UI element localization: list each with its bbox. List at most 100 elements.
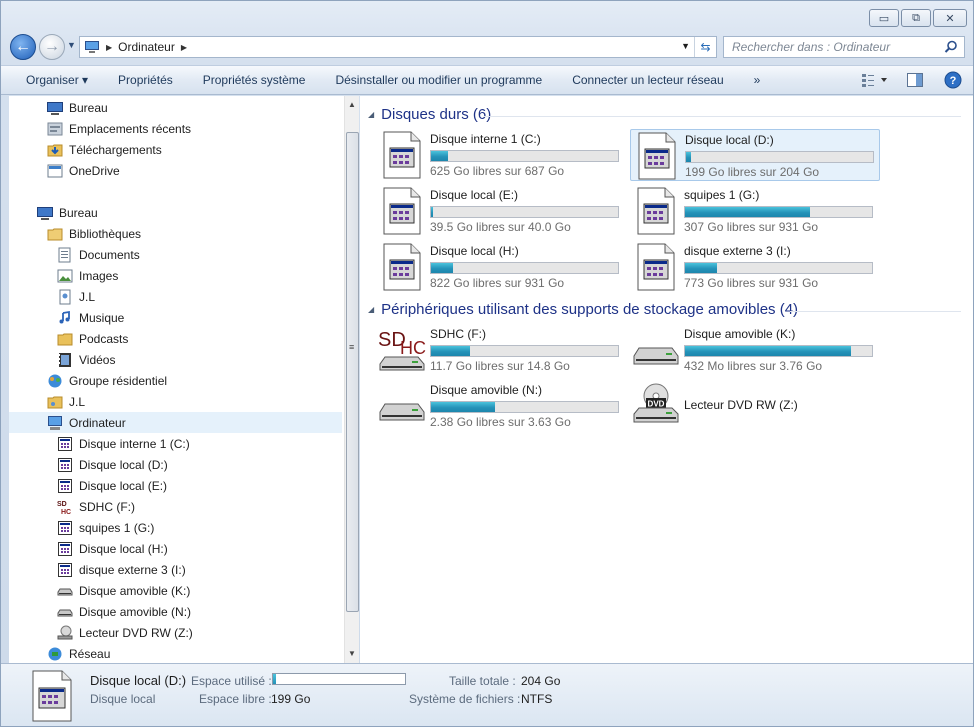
svg-text:DVD: DVD bbox=[648, 400, 665, 409]
nav-item[interactable]: J.L bbox=[57, 286, 95, 307]
nav-item-label: Ordinateur bbox=[69, 415, 126, 430]
group-title: Périphériques utilisant des supports de … bbox=[381, 301, 799, 318]
drive-tile[interactable]: Disque local (D:) 199 Go libres sur 204 G… bbox=[630, 129, 880, 181]
nav-item[interactable]: Bureau bbox=[47, 97, 108, 118]
recent-pages-dropdown[interactable]: ▼ bbox=[67, 40, 76, 50]
drive-usage-bar bbox=[430, 345, 619, 357]
drive-tile[interactable]: Disque local (E:) 39.5 Go libres sur 40.0… bbox=[376, 185, 626, 237]
forward-button[interactable]: → bbox=[39, 34, 65, 60]
drive-tile[interactable]: Disque local (H:) 822 Go libres sur 931 G… bbox=[376, 241, 626, 293]
maximize-button[interactable]: ⧉ bbox=[901, 9, 931, 27]
nav-item[interactable]: Disque local (E:) bbox=[57, 475, 167, 496]
drive-icon bbox=[57, 478, 73, 494]
removable-drive-icon bbox=[378, 382, 428, 430]
back-button[interactable]: ← bbox=[10, 34, 36, 60]
onedrive-icon bbox=[47, 163, 63, 179]
group-divider bbox=[484, 116, 961, 117]
hard-drive-icon bbox=[382, 187, 422, 235]
nav-item[interactable]: Réseau bbox=[47, 643, 110, 663]
nav-item-label: Podcasts bbox=[79, 331, 129, 346]
refresh-icon: ⇆ bbox=[700, 40, 711, 54]
nav-item[interactable]: Disque amovible (K:) bbox=[57, 580, 190, 601]
search-input[interactable]: Rechercher dans : Ordinateur bbox=[723, 36, 965, 58]
sdhc-icon: SD HC bbox=[57, 499, 73, 516]
nav-item[interactable]: Images bbox=[57, 265, 118, 286]
nav-item[interactable]: OneDrive bbox=[47, 160, 120, 181]
details-total-label: Taille totale : bbox=[449, 674, 516, 688]
search-icon[interactable] bbox=[944, 40, 958, 54]
drive-tile[interactable]: squipes 1 (G:) 307 Go libres sur 931 Go bbox=[630, 185, 880, 237]
minimize-button[interactable]: ▭ bbox=[869, 9, 899, 27]
scroll-down-icon[interactable]: ▼ bbox=[348, 649, 356, 658]
more-commands-chevron[interactable]: » bbox=[739, 73, 776, 87]
drive-tile[interactable]: DVD Lecteur DVD RW (Z:) bbox=[630, 380, 880, 432]
dvd-drive-icon: DVD bbox=[632, 382, 682, 430]
collapse-triangle-icon[interactable]: ◢ bbox=[368, 305, 374, 314]
drive-icon bbox=[57, 457, 73, 473]
drive-name: squipes 1 (G:) bbox=[684, 188, 760, 202]
nav-item[interactable]: Podcasts bbox=[57, 328, 128, 349]
libraries-icon bbox=[47, 226, 63, 242]
nav-item[interactable]: disque externe 3 (I:) bbox=[57, 559, 186, 580]
organize-menu[interactable]: Organiser ▾ bbox=[1, 73, 103, 87]
desktop-icon bbox=[37, 205, 53, 221]
nav-item-label: squipes 1 (G:) bbox=[79, 520, 155, 535]
refresh-button[interactable]: ⇆ bbox=[694, 37, 716, 57]
breadcrumb-ordinateur[interactable]: Ordinateur bbox=[118, 40, 175, 54]
address-bar[interactable]: ▶ Ordinateur ▶ ▼ ⇆ bbox=[79, 36, 717, 58]
grip-icon: ≡ bbox=[349, 342, 355, 352]
nav-item[interactable]: Disque local (H:) bbox=[57, 538, 168, 559]
nav-item[interactable]: Téléchargements bbox=[47, 139, 162, 160]
breadcrumb-separator-icon[interactable]: ▶ bbox=[106, 43, 112, 52]
navigation-scrollbar[interactable]: ▲ ≡ ▼ bbox=[344, 96, 359, 663]
preview-pane-button[interactable] bbox=[897, 73, 933, 87]
collapse-triangle-icon[interactable]: ◢ bbox=[368, 110, 374, 119]
help-button[interactable]: ? bbox=[933, 71, 973, 89]
nav-item[interactable]: Bibliothèques bbox=[47, 223, 141, 244]
nav-item[interactable]: Bureau bbox=[37, 202, 98, 223]
properties-button[interactable]: Propriétés bbox=[103, 73, 188, 87]
nav-item-label: Disque amovible (K:) bbox=[79, 583, 191, 598]
drive-tile[interactable]: Disque interne 1 (C:) 625 Go libres sur 6… bbox=[376, 129, 626, 181]
scrollbar-thumb[interactable] bbox=[346, 132, 359, 612]
forward-arrow-icon: → bbox=[44, 38, 60, 55]
change-view-button[interactable] bbox=[853, 73, 897, 87]
drive-tile[interactable]: disque externe 3 (I:) 773 Go libres sur 9… bbox=[630, 241, 880, 293]
scroll-up-icon[interactable]: ▲ bbox=[348, 100, 356, 109]
system-properties-button[interactable]: Propriétés système bbox=[188, 73, 321, 87]
drive-tile[interactable]: SD HC SDHC (F:) 11.7 Go libres sur 14.8 Go bbox=[376, 324, 626, 376]
drive-usage-fill bbox=[685, 207, 811, 217]
toolbar-right: ? bbox=[853, 66, 973, 94]
group-header[interactable]: ◢ Disques durs (6) bbox=[368, 106, 491, 123]
address-dropdown-icon[interactable]: ▼ bbox=[681, 41, 690, 51]
drive-name: Disque amovible (N:) bbox=[430, 383, 543, 397]
drive-usage-bar bbox=[430, 150, 619, 162]
nav-item[interactable]: Lecteur DVD RW (Z:) bbox=[57, 622, 193, 643]
group-header[interactable]: ◢ Périphériques utilisant des supports de… bbox=[368, 301, 798, 318]
breadcrumb-separator-icon[interactable]: ▶ bbox=[181, 43, 187, 52]
drive-tile[interactable]: Disque amovible (K:) 432 Mo libres sur 3.… bbox=[630, 324, 880, 376]
drive-tile[interactable]: Disque amovible (N:) 2.38 Go libres sur 3… bbox=[376, 380, 626, 432]
nav-item[interactable]: Emplacements récents bbox=[47, 118, 191, 139]
nav-item[interactable]: Ordinateur bbox=[9, 412, 342, 433]
nav-item[interactable]: squipes 1 (G:) bbox=[57, 517, 154, 538]
nav-item-label: Téléchargements bbox=[69, 142, 162, 157]
nav-item-label: Groupe résidentiel bbox=[69, 373, 168, 388]
nav-item[interactable]: Disque interne 1 (C:) bbox=[57, 433, 190, 454]
close-button[interactable]: ✕ bbox=[933, 9, 967, 27]
nav-item[interactable]: Groupe résidentiel bbox=[47, 370, 167, 391]
nav-item[interactable]: Vidéos bbox=[57, 349, 115, 370]
nav-item[interactable]: Musique bbox=[57, 307, 124, 328]
nav-item[interactable]: Disque local (D:) bbox=[57, 454, 168, 475]
removable-drive-icon bbox=[57, 604, 73, 620]
sdhc-card-icon: SD HC bbox=[378, 326, 428, 374]
nav-item-label: OneDrive bbox=[69, 163, 120, 178]
uninstall-program-button[interactable]: Désinstaller ou modifier un programme bbox=[320, 73, 557, 87]
nav-item[interactable]: J.L bbox=[47, 391, 85, 412]
nav-item[interactable]: SD HC SDHC (F:) bbox=[57, 496, 135, 517]
map-network-drive-button[interactable]: Connecter un lecteur réseau bbox=[557, 73, 738, 87]
nav-item[interactable]: Documents bbox=[57, 244, 140, 265]
nav-item[interactable]: Disque amovible (N:) bbox=[57, 601, 191, 622]
drive-free-space: 11.7 Go libres sur 14.8 Go bbox=[430, 359, 570, 373]
drive-usage-bar bbox=[430, 206, 619, 218]
